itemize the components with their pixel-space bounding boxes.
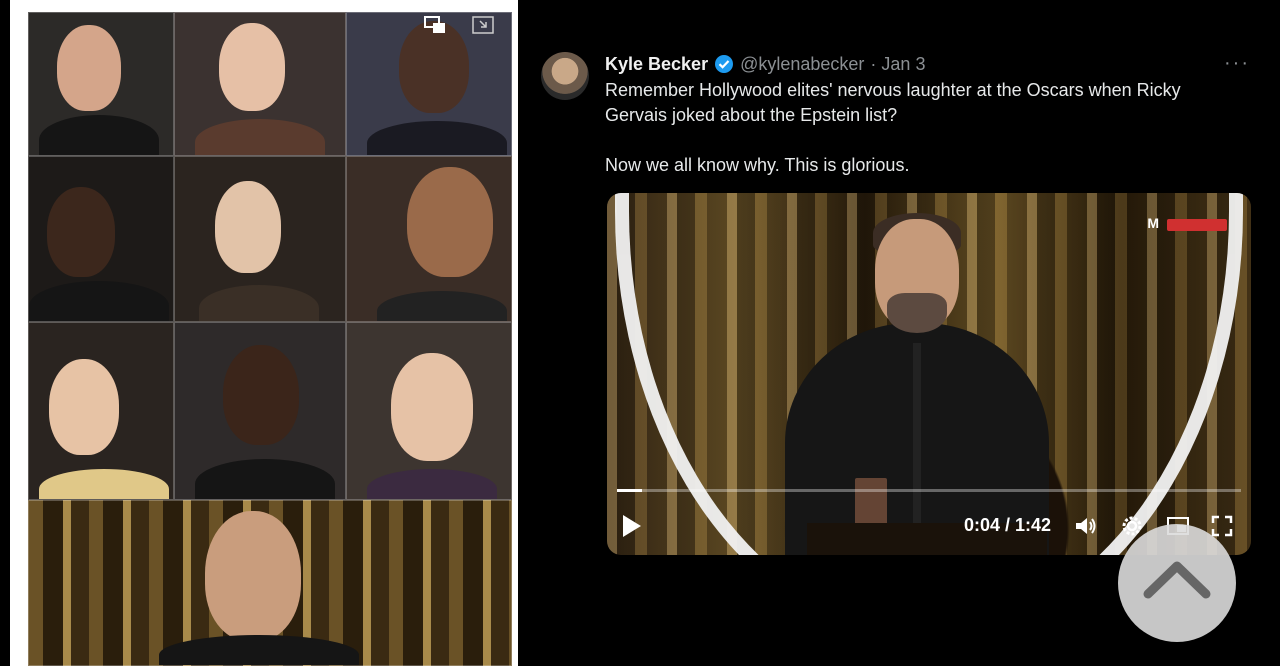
video-time: 0:04 / 1:42: [964, 515, 1052, 535]
video-progress-fill: [617, 489, 642, 492]
avatar[interactable]: [541, 52, 589, 100]
scroll-to-top-button[interactable]: [1118, 524, 1236, 642]
channel-watermark: M: [1147, 215, 1159, 231]
left-panel: [10, 0, 518, 666]
author-handle[interactable]: @kylenabecker: [740, 54, 864, 75]
expand-icon[interactable]: [472, 16, 494, 34]
play-icon[interactable]: [623, 515, 641, 537]
picture-in-picture-icon[interactable]: [424, 16, 446, 34]
more-options-icon[interactable]: ···: [1224, 52, 1250, 75]
grid-photo-1: [28, 12, 174, 156]
channel-tag: [1167, 219, 1227, 231]
grid-photo-8: [174, 322, 346, 500]
volume-icon[interactable]: [1073, 513, 1099, 539]
grid-photo-speaker: [28, 500, 512, 666]
video-progress-bar[interactable]: [617, 489, 1241, 492]
chevron-up-icon: [1143, 561, 1211, 599]
tweet-author-row: Kyle Becker @kylenabecker · Jan 3: [605, 52, 925, 76]
reaction-photo-grid: [28, 12, 512, 666]
speaker-beard: [887, 293, 947, 333]
tweet-text: Remember Hollywood elites' nervous laugh…: [605, 80, 1181, 175]
tweet-video-player[interactable]: M 0:04 / 1:42: [607, 193, 1251, 555]
fullscreen-icon[interactable]: [1209, 513, 1235, 539]
grid-photo-6: [346, 156, 512, 322]
verified-badge-icon: [714, 54, 734, 74]
tweet-date[interactable]: · Jan 3: [870, 54, 925, 75]
author-name[interactable]: Kyle Becker: [605, 54, 708, 75]
grid-photo-2: [174, 12, 346, 156]
grid-photo-4: [28, 156, 174, 322]
grid-photo-7: [28, 322, 174, 500]
grid-photo-5: [174, 156, 346, 322]
grid-photo-9: [346, 322, 512, 500]
grid-media-controls: [424, 16, 494, 34]
